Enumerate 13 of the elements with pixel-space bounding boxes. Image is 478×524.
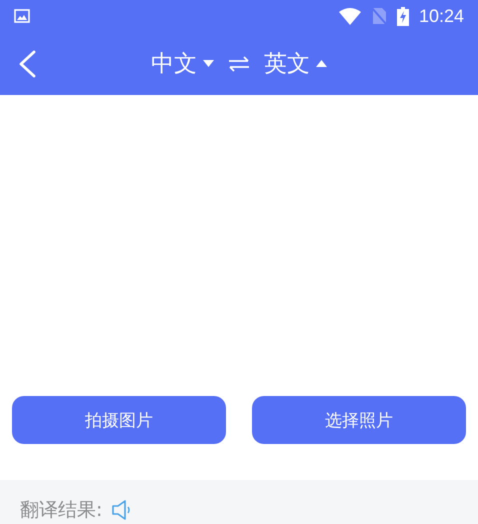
image-icon: [14, 9, 30, 23]
caret-down-icon: [203, 60, 214, 67]
no-sim-icon: [370, 7, 387, 25]
action-button[interactable]: 选择照片: [252, 396, 466, 444]
action-button[interactable]: 拍摄图片: [12, 396, 226, 444]
wifi-icon: [338, 8, 361, 24]
swap-icon[interactable]: [228, 56, 250, 72]
language-dropdown[interactable]: 英文: [264, 48, 327, 79]
battery-charging-icon: [396, 6, 409, 26]
result-label: 翻译结果:: [20, 498, 102, 523]
language-dropdown[interactable]: 中文: [151, 48, 214, 79]
caret-up-icon: [316, 60, 327, 67]
clock-time: 10:24: [418, 6, 464, 26]
